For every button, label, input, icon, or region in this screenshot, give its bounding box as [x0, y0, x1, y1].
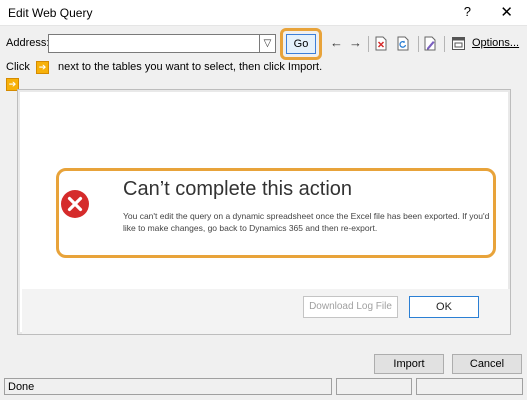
cancel-button[interactable]: Cancel: [452, 354, 522, 374]
toolbar-separator: [444, 36, 445, 52]
import-button-label: Import: [393, 358, 425, 370]
error-message: You can't edit the query on a dynamic sp…: [123, 211, 490, 233]
options-link[interactable]: Options...: [472, 37, 519, 49]
status-bar: Done: [4, 378, 523, 396]
ok-button[interactable]: OK: [409, 296, 479, 318]
select-table-arrow-icon: ➔: [36, 61, 49, 74]
address-label: Address:: [6, 37, 50, 49]
address-dropdown-button[interactable]: ▽: [260, 34, 276, 53]
go-button[interactable]: Go: [286, 34, 316, 54]
window-title: Edit Web Query: [8, 6, 93, 20]
status-panel: [336, 378, 412, 395]
instruction-hint: Click ➔ next to the tables you want to s…: [6, 61, 521, 75]
error-dialog: Can’t complete this action You can't edi…: [20, 92, 510, 334]
close-button[interactable]: ✕: [500, 3, 513, 21]
error-icon: [61, 190, 89, 218]
status-panel: [416, 378, 523, 395]
hint-rest-text: next to the tables you want to select, t…: [58, 61, 323, 73]
web-view-pane: Can’t complete this action You can't edi…: [17, 89, 511, 335]
toolbar-separator: [368, 36, 369, 52]
status-text: Done: [4, 378, 332, 395]
refresh-icon[interactable]: [396, 36, 410, 54]
error-title: Can’t complete this action: [123, 178, 353, 200]
help-button[interactable]: ?: [464, 4, 471, 19]
toolbar: Address: ▽ Go ← → Options...: [0, 28, 527, 60]
title-bar: Edit Web Query ? ✕: [0, 0, 527, 26]
hint-click-text: Click: [6, 61, 30, 73]
toolbar-separator: [418, 36, 419, 52]
options-icon[interactable]: [451, 36, 466, 54]
address-input[interactable]: [48, 34, 260, 53]
import-button[interactable]: Import: [374, 354, 444, 374]
forward-arrow-icon[interactable]: →: [349, 36, 362, 50]
save-query-icon[interactable]: [423, 36, 438, 54]
download-log-file-button[interactable]: Download Log File: [303, 296, 398, 318]
back-arrow-icon[interactable]: ←: [330, 36, 343, 50]
stop-icon[interactable]: [374, 36, 388, 54]
